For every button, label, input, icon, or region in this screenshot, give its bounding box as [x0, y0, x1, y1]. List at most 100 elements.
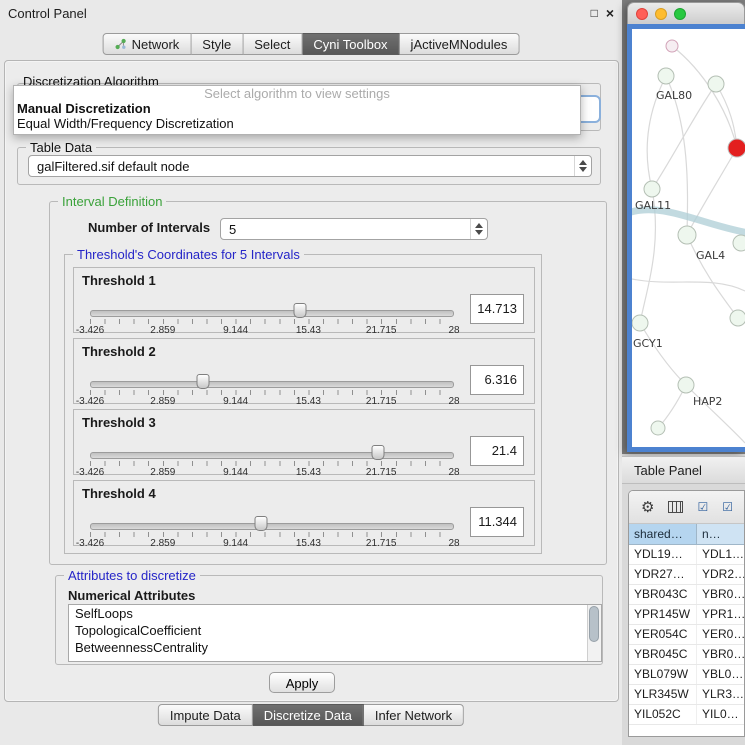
apply-button[interactable]: Apply [269, 672, 335, 693]
select-all-checkbox-icon[interactable]: ☑ [697, 500, 708, 514]
table-row[interactable]: YDR27…YDR2… [629, 565, 744, 585]
slider-track[interactable] [90, 523, 454, 530]
list-item[interactable]: TopologicalCoefficient [69, 622, 601, 639]
dropdown-option-equal-width-frequency[interactable]: Equal Width/Frequency Discretization [14, 116, 580, 131]
tab-label: Style [202, 37, 231, 52]
tab-network[interactable]: Network [103, 33, 192, 55]
network-node[interactable] [666, 40, 678, 52]
list-item[interactable]: SelfLoops [69, 605, 601, 622]
network-node[interactable] [730, 310, 745, 326]
table-toolbar: ⚙ ☑ ☑ [629, 491, 744, 524]
cell: YBL079W [629, 665, 697, 684]
columns-icon[interactable] [668, 501, 683, 513]
scale-label: 15.43 [296, 538, 321, 549]
tab-jactivemnodules[interactable]: jActiveMNodules [400, 33, 520, 55]
threshold-4-slider[interactable]: -3.426 2.859 9.144 15.43 21.715 28 [90, 511, 454, 547]
tab-label: Cyni Toolbox [313, 37, 387, 52]
network-node[interactable] [658, 68, 674, 84]
network-node[interactable] [678, 377, 694, 393]
scale-label: 9.144 [223, 396, 248, 407]
network-node[interactable] [632, 315, 648, 331]
network-node-selected[interactable] [728, 139, 745, 157]
network-canvas[interactable]: GAL80 GAL11 GAL4 GCY1 HAP2 [632, 29, 745, 447]
slider-scale: -3.426 2.859 9.144 15.43 21.715 28 [90, 325, 454, 335]
table-row[interactable]: YBR045CYBR0… [629, 645, 744, 665]
control-panel-window: Control Panel □ × Network Style Select C… [0, 0, 623, 745]
threshold-3-slider[interactable]: -3.426 2.859 9.144 15.43 21.715 28 [90, 440, 454, 476]
window-title: Control Panel [8, 6, 87, 21]
slider-handle[interactable] [294, 303, 307, 318]
threshold-1-value-field[interactable]: 14.713 [470, 294, 524, 324]
scale-label: 15.43 [296, 396, 321, 407]
float-window-icon[interactable]: □ [591, 6, 598, 20]
select-rows-checkbox-icon[interactable]: ☑ [722, 500, 733, 514]
cell: YER054C [629, 625, 697, 644]
close-window-icon[interactable]: × [606, 5, 614, 21]
network-window-titlebar[interactable] [627, 2, 745, 24]
node-label: GAL4 [696, 249, 725, 262]
dropdown-option-manual-discretization[interactable]: Manual Discretization [14, 101, 580, 116]
tab-infer-network[interactable]: Infer Network [364, 704, 464, 726]
zoom-traffic-light[interactable] [674, 8, 686, 20]
scale-label: -3.426 [76, 467, 104, 478]
thresholds-coordinates-group: Threshold's Coordinates for 5 Intervals … [64, 254, 542, 554]
threshold-2-slider[interactable]: -3.426 2.859 9.144 15.43 21.715 28 [90, 369, 454, 405]
number-of-intervals-combobox[interactable]: 5 [220, 218, 488, 240]
combobox-stepper-icon[interactable] [574, 156, 591, 176]
thresholds-coordinates-group-title: Threshold's Coordinates for 5 Intervals [73, 247, 304, 262]
combobox-stepper-icon[interactable] [470, 219, 487, 239]
settings-gear-icon[interactable]: ⚙ [641, 498, 654, 516]
tab-style[interactable]: Style [191, 33, 243, 55]
right-region: GAL80 GAL11 GAL4 GCY1 HAP2 Table Panel ⚙… [622, 0, 745, 745]
table-row[interactable]: YER054CYER0… [629, 625, 744, 645]
network-node[interactable] [644, 181, 660, 197]
list-scrollbar[interactable] [587, 605, 601, 661]
cell: YDR27… [629, 565, 697, 584]
tab-select[interactable]: Select [243, 33, 302, 55]
slider-track[interactable] [90, 452, 454, 459]
column-header-name[interactable]: n… [697, 524, 744, 544]
control-panel-titlebar: Control Panel □ × [0, 0, 622, 26]
tab-impute-data[interactable]: Impute Data [158, 704, 253, 726]
tab-label: Network [132, 37, 180, 52]
table-data-group: Table Data galFiltered.sif default node [17, 147, 601, 185]
tab-label: Infer Network [375, 708, 452, 723]
threshold-1-slider[interactable]: -3.426 2.859 9.144 15.43 21.715 28 [90, 298, 454, 334]
threshold-4-value-field[interactable]: 11.344 [470, 507, 524, 537]
tab-discretize-data[interactable]: Discretize Data [253, 704, 364, 726]
network-node[interactable] [678, 226, 696, 244]
table-row[interactable]: YDL19…YDL1… [629, 545, 744, 565]
slider-handle[interactable] [196, 374, 209, 389]
minimize-traffic-light[interactable] [655, 8, 667, 20]
numerical-attributes-list[interactable]: SelfLoops TopologicalCoefficient Between… [68, 604, 602, 662]
threshold-2-value-field[interactable]: 6.316 [470, 365, 524, 395]
node-label: HAP2 [693, 395, 722, 408]
threshold-3-value-field[interactable]: 21.4 [470, 436, 524, 466]
scale-label: 28 [448, 396, 459, 407]
table-data-combobox[interactable]: galFiltered.sif default node [28, 155, 592, 177]
interval-definition-group-title: Interval Definition [58, 194, 166, 209]
table-panel-header: Table Panel [622, 456, 745, 484]
network-node[interactable] [708, 76, 724, 92]
table-row[interactable]: YIL052CYIL0… [629, 705, 744, 725]
slider-handle[interactable] [255, 516, 268, 531]
tab-cyni-toolbox[interactable]: Cyni Toolbox [302, 33, 399, 55]
close-traffic-light[interactable] [636, 8, 648, 20]
table-row[interactable]: YLR345WYLR3… [629, 685, 744, 705]
table-row[interactable]: YBL079WYBL0… [629, 665, 744, 685]
table-row[interactable]: YBR043CYBR0… [629, 585, 744, 605]
table-data-combobox-value: galFiltered.sif default node [29, 159, 574, 174]
scrollbar-thumb[interactable] [589, 606, 599, 642]
scale-label: 21.715 [366, 538, 397, 549]
cell: YBR0… [697, 645, 744, 664]
table-body: YDL19…YDL1… YDR27…YDR2… YBR043CYBR0… YPR… [629, 545, 744, 725]
list-item[interactable]: BetweennessCentrality [69, 639, 601, 656]
network-node[interactable] [651, 421, 665, 435]
slider-track[interactable] [90, 310, 454, 317]
column-header-shared-name[interactable]: shared… [629, 524, 697, 544]
cyni-toolbox-content: Discretization Algorithm Select algorith… [4, 60, 619, 702]
slider-track[interactable] [90, 381, 454, 388]
table-row[interactable]: YPR145WYPR1… [629, 605, 744, 625]
slider-handle[interactable] [371, 445, 384, 460]
network-node[interactable] [733, 235, 745, 251]
